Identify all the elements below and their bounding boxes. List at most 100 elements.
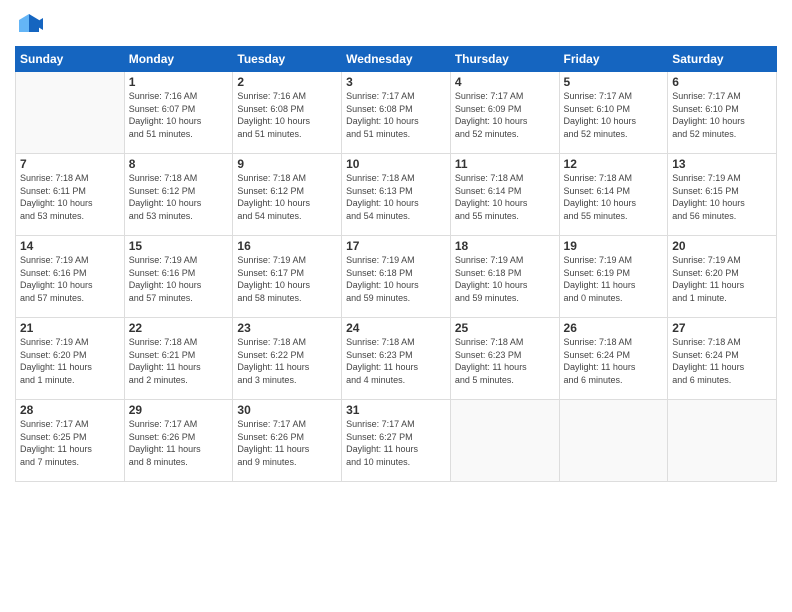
day-number: 13	[672, 157, 772, 171]
calendar-cell: 23Sunrise: 7:18 AM Sunset: 6:22 PM Dayli…	[233, 318, 342, 400]
day-info: Sunrise: 7:19 AM Sunset: 6:18 PM Dayligh…	[455, 254, 555, 304]
calendar-cell: 22Sunrise: 7:18 AM Sunset: 6:21 PM Dayli…	[124, 318, 233, 400]
calendar-cell: 3Sunrise: 7:17 AM Sunset: 6:08 PM Daylig…	[342, 72, 451, 154]
calendar-week-1: 1Sunrise: 7:16 AM Sunset: 6:07 PM Daylig…	[16, 72, 777, 154]
day-number: 30	[237, 403, 337, 417]
calendar-cell: 29Sunrise: 7:17 AM Sunset: 6:26 PM Dayli…	[124, 400, 233, 482]
calendar-week-2: 7Sunrise: 7:18 AM Sunset: 6:11 PM Daylig…	[16, 154, 777, 236]
day-info: Sunrise: 7:17 AM Sunset: 6:27 PM Dayligh…	[346, 418, 446, 468]
calendar-table: SundayMondayTuesdayWednesdayThursdayFrid…	[15, 46, 777, 482]
day-info: Sunrise: 7:19 AM Sunset: 6:16 PM Dayligh…	[129, 254, 229, 304]
calendar-cell: 9Sunrise: 7:18 AM Sunset: 6:12 PM Daylig…	[233, 154, 342, 236]
calendar-week-3: 14Sunrise: 7:19 AM Sunset: 6:16 PM Dayli…	[16, 236, 777, 318]
day-info: Sunrise: 7:18 AM Sunset: 6:24 PM Dayligh…	[564, 336, 664, 386]
day-info: Sunrise: 7:17 AM Sunset: 6:26 PM Dayligh…	[129, 418, 229, 468]
day-number: 26	[564, 321, 664, 335]
calendar-cell: 7Sunrise: 7:18 AM Sunset: 6:11 PM Daylig…	[16, 154, 125, 236]
day-info: Sunrise: 7:17 AM Sunset: 6:10 PM Dayligh…	[672, 90, 772, 140]
calendar-cell: 19Sunrise: 7:19 AM Sunset: 6:19 PM Dayli…	[559, 236, 668, 318]
weekday-header-thursday: Thursday	[450, 47, 559, 72]
day-number: 7	[20, 157, 120, 171]
day-number: 6	[672, 75, 772, 89]
day-number: 12	[564, 157, 664, 171]
day-number: 28	[20, 403, 120, 417]
calendar-cell: 14Sunrise: 7:19 AM Sunset: 6:16 PM Dayli…	[16, 236, 125, 318]
day-number: 4	[455, 75, 555, 89]
day-info: Sunrise: 7:18 AM Sunset: 6:12 PM Dayligh…	[237, 172, 337, 222]
day-number: 1	[129, 75, 229, 89]
logo-icon	[15, 10, 43, 38]
calendar-cell: 5Sunrise: 7:17 AM Sunset: 6:10 PM Daylig…	[559, 72, 668, 154]
calendar-cell: 13Sunrise: 7:19 AM Sunset: 6:15 PM Dayli…	[668, 154, 777, 236]
calendar-cell: 20Sunrise: 7:19 AM Sunset: 6:20 PM Dayli…	[668, 236, 777, 318]
day-info: Sunrise: 7:18 AM Sunset: 6:24 PM Dayligh…	[672, 336, 772, 386]
day-info: Sunrise: 7:17 AM Sunset: 6:25 PM Dayligh…	[20, 418, 120, 468]
day-number: 27	[672, 321, 772, 335]
calendar-cell: 21Sunrise: 7:19 AM Sunset: 6:20 PM Dayli…	[16, 318, 125, 400]
day-info: Sunrise: 7:18 AM Sunset: 6:14 PM Dayligh…	[564, 172, 664, 222]
day-info: Sunrise: 7:18 AM Sunset: 6:21 PM Dayligh…	[129, 336, 229, 386]
day-info: Sunrise: 7:19 AM Sunset: 6:16 PM Dayligh…	[20, 254, 120, 304]
calendar-cell: 28Sunrise: 7:17 AM Sunset: 6:25 PM Dayli…	[16, 400, 125, 482]
day-info: Sunrise: 7:18 AM Sunset: 6:23 PM Dayligh…	[455, 336, 555, 386]
day-number: 19	[564, 239, 664, 253]
day-number: 16	[237, 239, 337, 253]
day-number: 18	[455, 239, 555, 253]
day-number: 15	[129, 239, 229, 253]
day-info: Sunrise: 7:18 AM Sunset: 6:22 PM Dayligh…	[237, 336, 337, 386]
calendar-cell: 12Sunrise: 7:18 AM Sunset: 6:14 PM Dayli…	[559, 154, 668, 236]
calendar-cell	[16, 72, 125, 154]
day-number: 14	[20, 239, 120, 253]
calendar-cell	[668, 400, 777, 482]
day-info: Sunrise: 7:19 AM Sunset: 6:19 PM Dayligh…	[564, 254, 664, 304]
day-number: 3	[346, 75, 446, 89]
day-number: 25	[455, 321, 555, 335]
weekday-header-friday: Friday	[559, 47, 668, 72]
header	[15, 10, 777, 38]
calendar-week-4: 21Sunrise: 7:19 AM Sunset: 6:20 PM Dayli…	[16, 318, 777, 400]
day-info: Sunrise: 7:18 AM Sunset: 6:23 PM Dayligh…	[346, 336, 446, 386]
day-info: Sunrise: 7:19 AM Sunset: 6:20 PM Dayligh…	[672, 254, 772, 304]
calendar-cell: 16Sunrise: 7:19 AM Sunset: 6:17 PM Dayli…	[233, 236, 342, 318]
day-info: Sunrise: 7:16 AM Sunset: 6:08 PM Dayligh…	[237, 90, 337, 140]
weekday-header-saturday: Saturday	[668, 47, 777, 72]
calendar-cell: 2Sunrise: 7:16 AM Sunset: 6:08 PM Daylig…	[233, 72, 342, 154]
weekday-header-tuesday: Tuesday	[233, 47, 342, 72]
day-number: 31	[346, 403, 446, 417]
logo	[15, 10, 47, 38]
day-info: Sunrise: 7:18 AM Sunset: 6:14 PM Dayligh…	[455, 172, 555, 222]
day-info: Sunrise: 7:17 AM Sunset: 6:10 PM Dayligh…	[564, 90, 664, 140]
calendar-cell: 4Sunrise: 7:17 AM Sunset: 6:09 PM Daylig…	[450, 72, 559, 154]
day-number: 21	[20, 321, 120, 335]
day-number: 9	[237, 157, 337, 171]
calendar-week-5: 28Sunrise: 7:17 AM Sunset: 6:25 PM Dayli…	[16, 400, 777, 482]
day-number: 2	[237, 75, 337, 89]
calendar-cell: 6Sunrise: 7:17 AM Sunset: 6:10 PM Daylig…	[668, 72, 777, 154]
day-info: Sunrise: 7:18 AM Sunset: 6:12 PM Dayligh…	[129, 172, 229, 222]
calendar-cell: 8Sunrise: 7:18 AM Sunset: 6:12 PM Daylig…	[124, 154, 233, 236]
weekday-header-wednesday: Wednesday	[342, 47, 451, 72]
day-info: Sunrise: 7:19 AM Sunset: 6:18 PM Dayligh…	[346, 254, 446, 304]
calendar-cell: 1Sunrise: 7:16 AM Sunset: 6:07 PM Daylig…	[124, 72, 233, 154]
calendar-cell	[450, 400, 559, 482]
day-info: Sunrise: 7:19 AM Sunset: 6:17 PM Dayligh…	[237, 254, 337, 304]
weekday-header-sunday: Sunday	[16, 47, 125, 72]
day-number: 8	[129, 157, 229, 171]
day-info: Sunrise: 7:17 AM Sunset: 6:09 PM Dayligh…	[455, 90, 555, 140]
day-number: 29	[129, 403, 229, 417]
day-number: 23	[237, 321, 337, 335]
weekday-header-monday: Monday	[124, 47, 233, 72]
day-info: Sunrise: 7:17 AM Sunset: 6:08 PM Dayligh…	[346, 90, 446, 140]
day-number: 24	[346, 321, 446, 335]
calendar-page: SundayMondayTuesdayWednesdayThursdayFrid…	[0, 0, 792, 612]
calendar-cell: 25Sunrise: 7:18 AM Sunset: 6:23 PM Dayli…	[450, 318, 559, 400]
day-number: 5	[564, 75, 664, 89]
day-info: Sunrise: 7:18 AM Sunset: 6:11 PM Dayligh…	[20, 172, 120, 222]
calendar-cell: 15Sunrise: 7:19 AM Sunset: 6:16 PM Dayli…	[124, 236, 233, 318]
day-number: 17	[346, 239, 446, 253]
day-info: Sunrise: 7:19 AM Sunset: 6:15 PM Dayligh…	[672, 172, 772, 222]
calendar-cell: 30Sunrise: 7:17 AM Sunset: 6:26 PM Dayli…	[233, 400, 342, 482]
day-number: 22	[129, 321, 229, 335]
day-number: 10	[346, 157, 446, 171]
calendar-cell: 26Sunrise: 7:18 AM Sunset: 6:24 PM Dayli…	[559, 318, 668, 400]
